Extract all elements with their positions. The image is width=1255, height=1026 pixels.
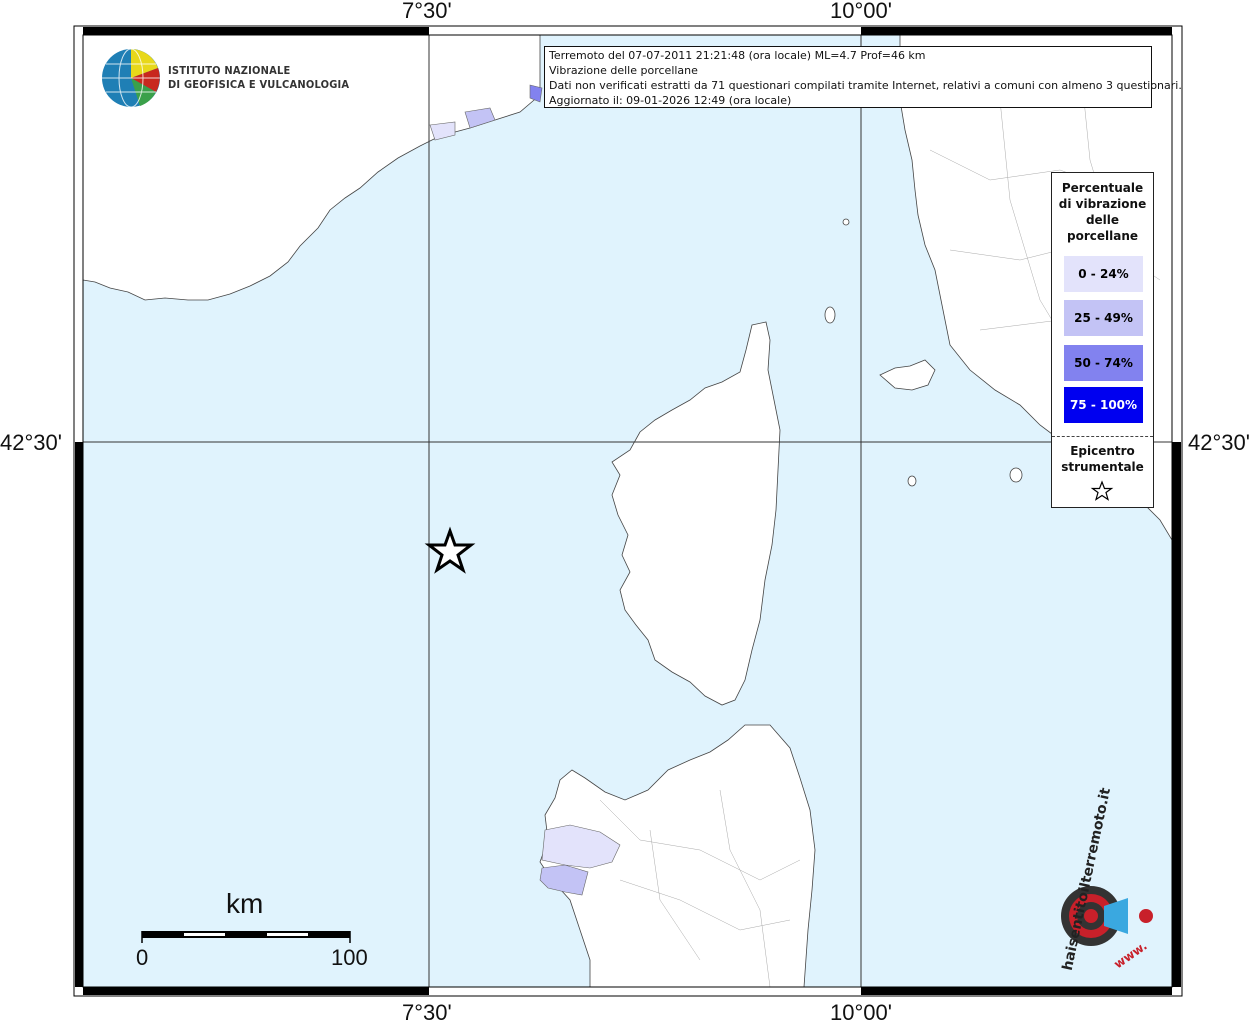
lon-label-top-left: 7°30' (402, 0, 452, 23)
lat-label-left: 42°30' (0, 430, 62, 455)
giglio-island (1009, 467, 1023, 483)
institute-name-line2: DI GEOFISICA E VULCANOLOGIA (168, 78, 350, 91)
lon-label-top-right: 10°00' (830, 0, 892, 23)
legend-separator (1052, 436, 1153, 437)
legend-panel: Percentuale di vibrazione delle porcella… (1051, 172, 1154, 508)
legend-class-0-24: 0 - 24% (1064, 256, 1143, 292)
info-source-line: Dati non verificati estratti da 71 quest… (549, 79, 1182, 92)
scale-min-label: 0 (136, 945, 149, 970)
legend-title: Percentuale di vibrazione delle porcella… (1058, 181, 1147, 243)
earthquake-info-box: Terremoto del 07-07-2011 21:21:48 (ora l… (544, 46, 1182, 108)
legend-class-75-100: 75 - 100% (1064, 387, 1143, 423)
legend-class-50-74: 50 - 74% (1064, 345, 1143, 381)
lat-label-right: 42°30' (1188, 430, 1250, 455)
site-logo-www-text: www. (1111, 938, 1150, 972)
gorgona-island (842, 218, 850, 226)
montecristo-island (907, 475, 917, 487)
legend-epicenter-title: Epicentro strumentale (1061, 444, 1144, 474)
lon-label-bottom-right: 10°00' (830, 1000, 892, 1025)
capraia-island (824, 306, 836, 324)
info-event-line: Terremoto del 07-07-2011 21:21:48 (ora l… (549, 49, 926, 62)
site-logo-text: haisentitoilterremoto.it www. (1028, 786, 1158, 978)
info-parameter-line: Vibrazione delle porcellane (549, 64, 698, 77)
globe-logo-icon (102, 48, 160, 108)
lon-label-bottom-left: 7°30' (402, 1000, 452, 1025)
legend-star-icon (1090, 480, 1114, 501)
info-updated-line: Aggiornato il: 09-01-2026 12:49 (ora loc… (549, 94, 792, 107)
scale-unit-label: km (226, 888, 264, 919)
scale-max-label: 100 (331, 945, 368, 970)
institute-name-line1: ISTITUTO NAZIONALE (168, 64, 291, 77)
legend-class-25-49: 25 - 49% (1064, 300, 1143, 336)
